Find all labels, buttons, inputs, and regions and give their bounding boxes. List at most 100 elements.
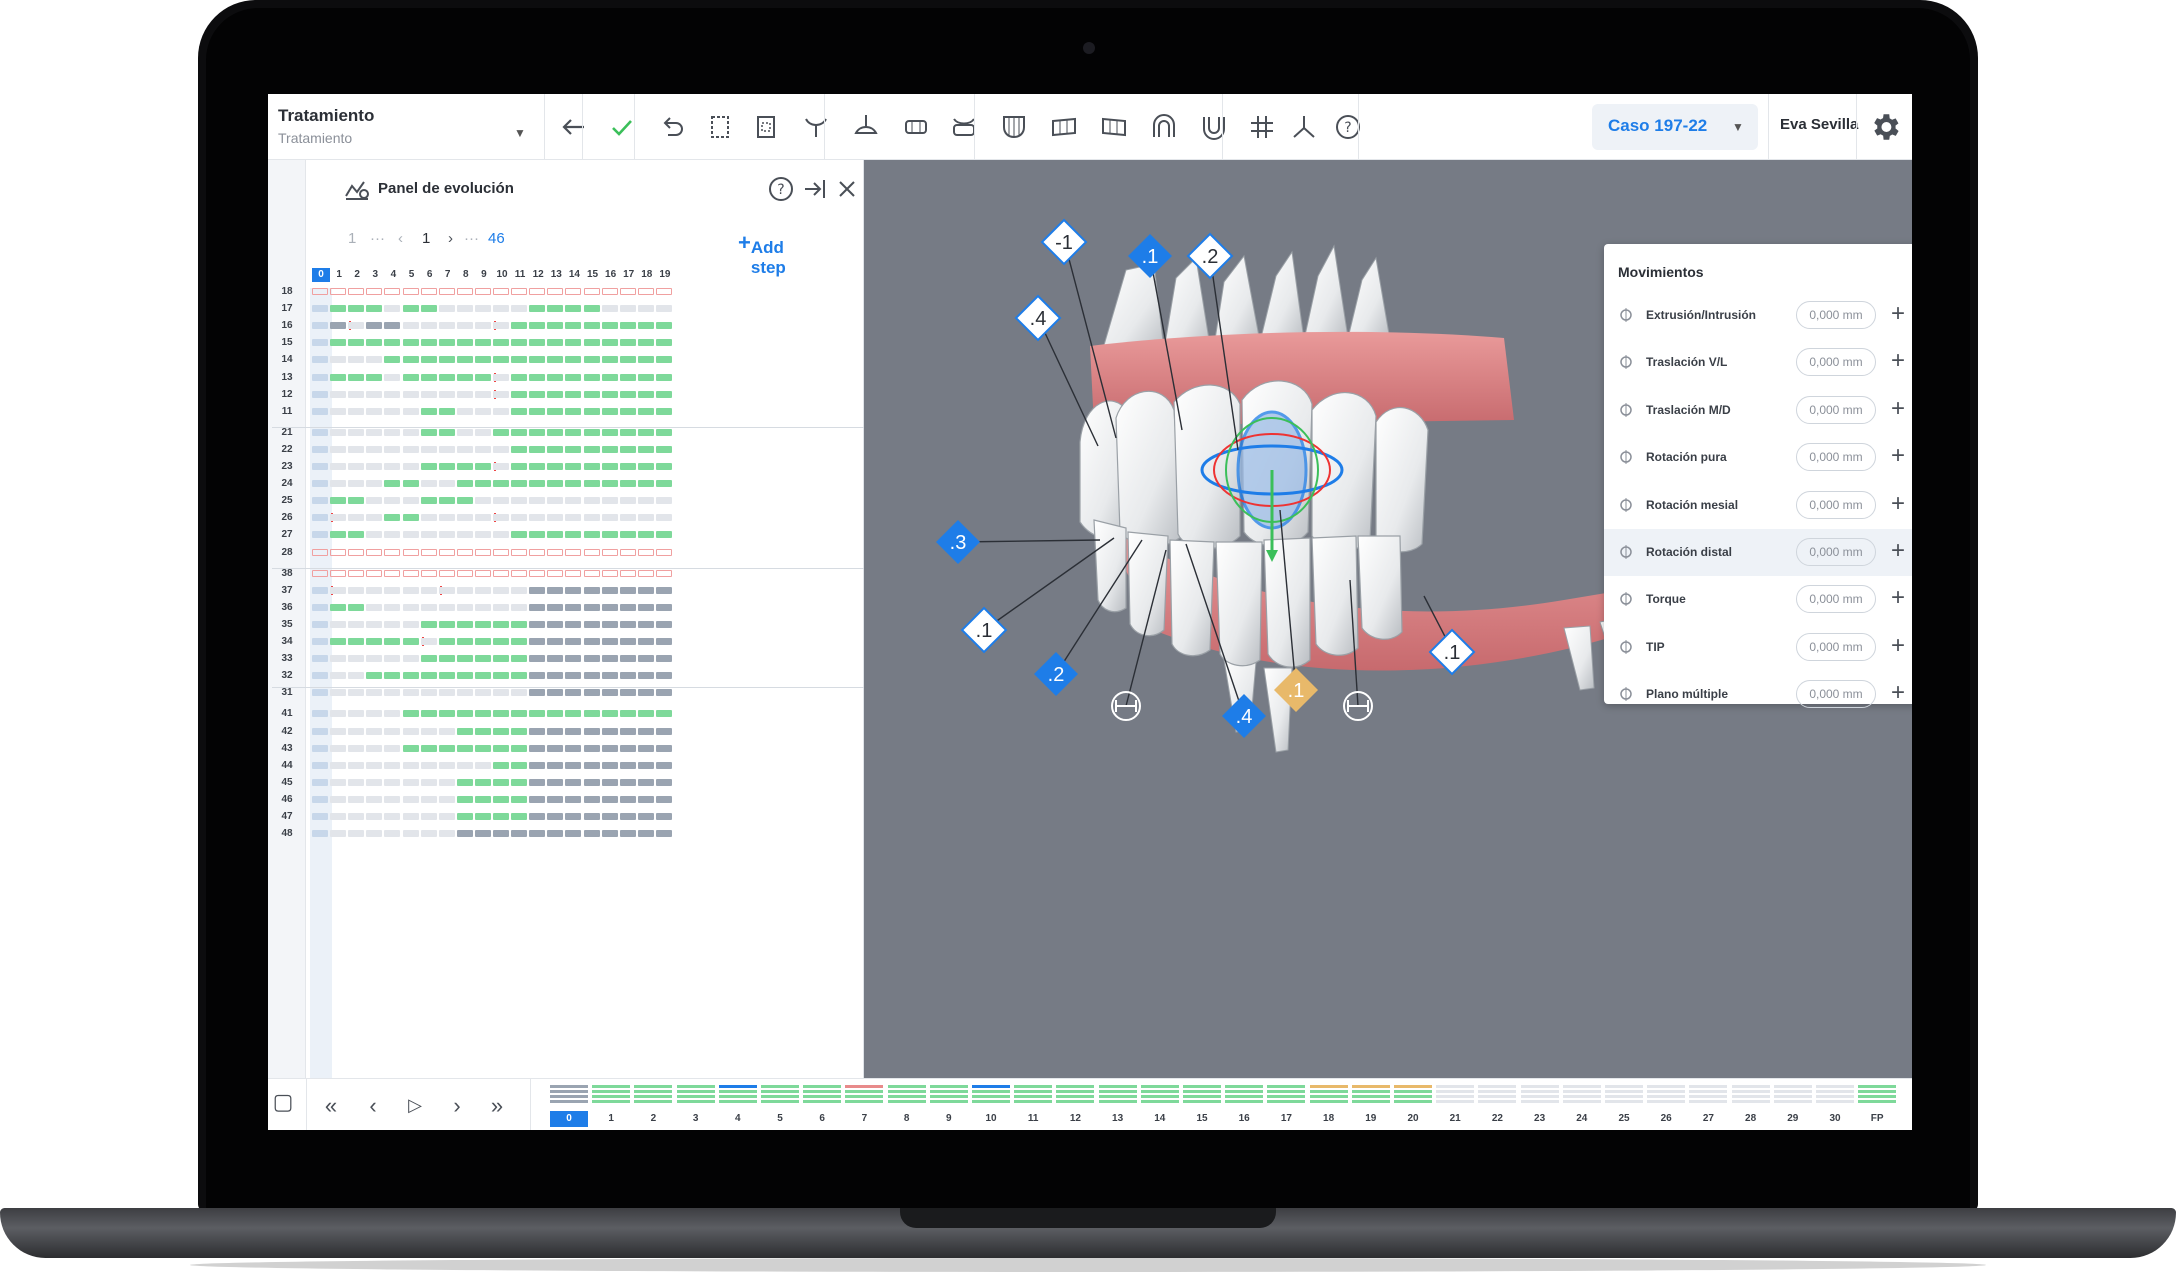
step-cell[interactable] xyxy=(312,710,328,718)
step-cell[interactable] xyxy=(601,620,618,628)
increase-button[interactable]: + xyxy=(1886,584,1910,612)
step-cell[interactable] xyxy=(330,428,347,436)
step-cell[interactable] xyxy=(420,795,437,803)
step-cell[interactable] xyxy=(312,463,328,470)
pager-next-icon[interactable]: › xyxy=(448,230,453,247)
step-cell[interactable] xyxy=(420,689,437,697)
step-cell[interactable] xyxy=(456,620,473,628)
step-cell[interactable] xyxy=(348,744,365,752)
step-cell[interactable] xyxy=(474,638,491,645)
step-cell[interactable] xyxy=(402,689,419,697)
step-cell[interactable] xyxy=(547,390,564,398)
step-cell[interactable] xyxy=(456,407,473,415)
step-cell[interactable] xyxy=(583,569,600,577)
step-cell[interactable] xyxy=(330,305,347,313)
step-cell[interactable] xyxy=(583,497,600,505)
step-cell[interactable] xyxy=(565,778,582,786)
step-cell[interactable] xyxy=(547,445,564,453)
step-cell[interactable] xyxy=(565,795,582,803)
step-cell[interactable] xyxy=(493,305,509,313)
timeline-step[interactable]: 6 xyxy=(803,1085,842,1127)
next-step-icon[interactable]: › xyxy=(442,1093,472,1119)
step-cell[interactable] xyxy=(493,497,509,505)
step-cell[interactable] xyxy=(366,497,383,505)
step-cell[interactable] xyxy=(619,390,636,398)
marker-7[interactable]: .2 xyxy=(1034,652,1078,696)
step-cell[interactable] xyxy=(565,672,582,680)
step-cell[interactable] xyxy=(312,339,328,347)
step-cell[interactable] xyxy=(348,689,365,697)
step-cell[interactable] xyxy=(330,638,347,645)
step-cell[interactable] xyxy=(474,428,491,436)
step-cell[interactable] xyxy=(511,727,528,735)
step-cell[interactable] xyxy=(474,569,491,577)
step-cell[interactable] xyxy=(456,744,473,752)
timeline-step[interactable]: 3 xyxy=(676,1085,715,1127)
step-cell[interactable] xyxy=(402,480,419,488)
step-cell[interactable] xyxy=(637,356,654,364)
step-cell[interactable] xyxy=(529,390,546,398)
grid-icon[interactable] xyxy=(1246,111,1278,143)
step-cell[interactable] xyxy=(402,463,419,470)
case-selector[interactable]: Caso 197-22 ▼ xyxy=(1592,104,1758,150)
play-icon[interactable]: ▷ xyxy=(400,1095,430,1116)
step-cell[interactable] xyxy=(384,497,401,505)
step-cell[interactable] xyxy=(348,288,365,295)
step-cell[interactable] xyxy=(348,445,365,453)
step-cell[interactable] xyxy=(583,655,600,663)
step-cell[interactable] xyxy=(529,288,546,295)
step-cell[interactable] xyxy=(619,497,636,505)
step-cell[interactable] xyxy=(637,531,654,539)
step-cell[interactable] xyxy=(619,689,636,697)
step-cell[interactable] xyxy=(420,514,437,522)
step-cell[interactable] xyxy=(655,305,672,313)
step-cell[interactable] xyxy=(438,339,455,347)
step-cell[interactable] xyxy=(637,463,654,470)
add-step-button[interactable]: + Add step xyxy=(738,228,786,277)
step-cell[interactable] xyxy=(493,407,509,415)
step-cell[interactable] xyxy=(511,428,528,436)
step-cell[interactable] xyxy=(384,322,401,330)
step-cell[interactable] xyxy=(511,407,528,415)
step-cell[interactable] xyxy=(384,407,401,415)
step-cell[interactable] xyxy=(619,463,636,470)
step-cell[interactable] xyxy=(655,672,672,680)
step-cell[interactable] xyxy=(529,830,546,838)
step-cell[interactable] xyxy=(511,288,528,295)
step-cell[interactable] xyxy=(565,710,582,718)
step-cell[interactable] xyxy=(348,710,365,718)
step-cell[interactable] xyxy=(547,830,564,838)
step-cell[interactable] xyxy=(547,655,564,663)
step-cell[interactable] xyxy=(601,761,618,769)
last-step-icon[interactable]: » xyxy=(482,1093,512,1119)
marker-5[interactable]: .3 xyxy=(936,520,980,564)
step-cell[interactable] xyxy=(583,514,600,522)
step-cell[interactable] xyxy=(384,514,401,522)
step-cell[interactable] xyxy=(619,761,636,769)
timeline-step[interactable]: 7 xyxy=(845,1085,884,1127)
step-cell[interactable] xyxy=(402,813,419,820)
timeline-step[interactable]: 10 xyxy=(972,1085,1010,1127)
timeline-step[interactable]: 12 xyxy=(1056,1085,1095,1127)
step-cell[interactable] xyxy=(493,689,509,697)
step-cell[interactable] xyxy=(312,531,328,539)
step-cell[interactable] xyxy=(438,497,455,505)
tooth-row-alt-icon[interactable] xyxy=(948,111,980,143)
step-cell[interactable] xyxy=(547,620,564,628)
mode-selector[interactable]: Tratamiento Tratamiento ▼ xyxy=(278,106,528,146)
axis-icon[interactable] xyxy=(1288,111,1320,143)
step-cell[interactable] xyxy=(619,339,636,347)
step-cell[interactable] xyxy=(547,727,564,735)
step-cell[interactable] xyxy=(438,744,455,752)
step-cell[interactable] xyxy=(474,548,491,556)
step-cell[interactable] xyxy=(511,813,528,820)
step-cell[interactable] xyxy=(529,689,546,697)
step-cell[interactable] xyxy=(384,531,401,539)
step-cell[interactable] xyxy=(474,497,491,505)
step-cell[interactable] xyxy=(493,778,509,786)
increase-button[interactable]: + xyxy=(1886,632,1910,660)
step-cell[interactable] xyxy=(312,603,328,611)
step-cell[interactable] xyxy=(511,463,528,470)
step-cell[interactable] xyxy=(456,795,473,803)
step-cell[interactable] xyxy=(565,407,582,415)
